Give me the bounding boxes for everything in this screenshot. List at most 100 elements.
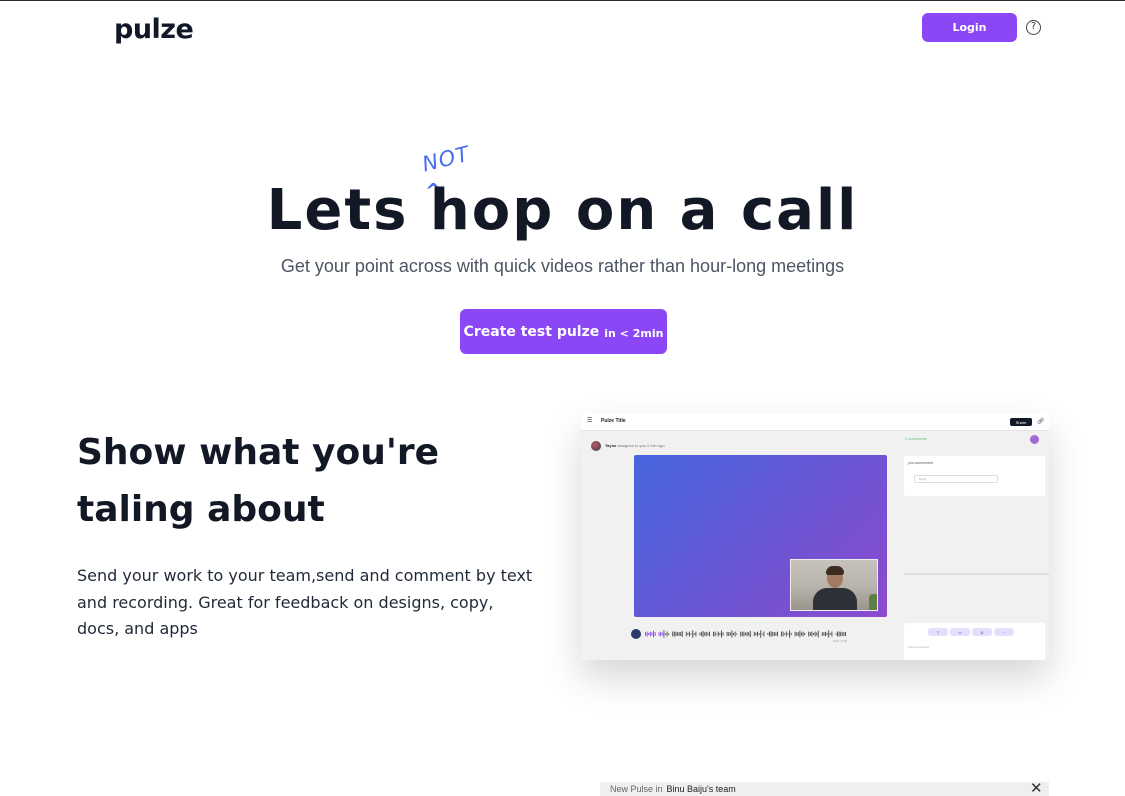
waveform-bar	[755, 632, 757, 636]
mockup-user-name: Taylor	[605, 443, 617, 448]
waveform-bar	[666, 631, 668, 637]
waveform-bar	[690, 633, 692, 635]
waveform-bar	[840, 631, 842, 637]
waveform-bar	[777, 631, 778, 637]
waveform-bar	[797, 632, 799, 636]
waveform-bar	[673, 631, 675, 637]
waveform-bar	[663, 630, 665, 638]
waveform-bar	[837, 631, 838, 637]
waveform-bar	[687, 632, 689, 636]
link-icon: 🔗︎	[1037, 419, 1045, 425]
waveform-bar	[702, 630, 704, 638]
mockup-user-meta: assigned to you 2 min ago	[617, 443, 665, 448]
mockup-share-button: Share	[1010, 418, 1032, 426]
waveform-bar	[693, 633, 695, 635]
app-preview-mockup: ☰ Pulze Title Share 🔗︎ Taylor assigned t…	[581, 413, 1049, 660]
waveform-bar	[680, 631, 682, 637]
waveform-bar	[835, 633, 837, 635]
team-name: Binu Baiju's team	[666, 784, 736, 794]
mockup-comment-panel: you commented Reply	[904, 456, 1045, 496]
waveform-bar	[809, 632, 811, 636]
waveform-bar	[699, 632, 701, 636]
mockup-webcam-overlay	[790, 559, 878, 611]
waveform-bar	[831, 631, 833, 637]
login-button[interactable]: Login	[922, 13, 1017, 42]
waveform-bar	[685, 631, 687, 637]
mockup-topbar: ☰ Pulze Title Share 🔗︎	[581, 413, 1049, 431]
waveform-bar	[716, 633, 718, 635]
text-chip-icon: T	[928, 628, 948, 636]
waveform-bar	[801, 632, 802, 636]
waveform-bar	[773, 632, 775, 636]
waveform-bar	[719, 632, 721, 636]
waveform-bar	[745, 632, 746, 636]
waveform-bar	[843, 632, 845, 636]
hero-subtitle: Get your point across with quick videos …	[280, 256, 845, 276]
waveform-bar	[741, 631, 743, 637]
waveform-bar	[802, 631, 804, 637]
waveform-bar	[829, 633, 831, 635]
waveform-bar	[838, 631, 840, 637]
waveform-bar	[813, 633, 814, 635]
waveform-bar	[814, 631, 816, 637]
not-annotation: NOT	[419, 141, 473, 177]
waveform-bar	[794, 631, 796, 637]
waveform-bar	[660, 631, 662, 637]
waveform-bar	[729, 632, 731, 636]
waveform-bar	[717, 631, 719, 637]
hero-title: Lets hop on a call	[0, 178, 1125, 243]
waveform-bar	[705, 631, 707, 637]
waveform-bar	[731, 630, 733, 638]
create-test-pulze-button[interactable]: Create test pulze in < 2min	[460, 309, 667, 354]
waveform-bar	[787, 633, 789, 635]
webcam-person-body	[813, 588, 857, 610]
waveform-bar	[651, 632, 653, 636]
waveform-bar	[825, 631, 826, 637]
waveform-bar	[772, 631, 774, 637]
cta-time-label: in < 2min	[604, 326, 664, 340]
waveform-bar	[668, 633, 670, 635]
waveform-bar	[799, 630, 801, 638]
waveform-bar	[796, 632, 798, 636]
waveform-bar	[722, 632, 724, 636]
audio-waveform	[631, 629, 846, 639]
menu-icon: ☰	[587, 418, 593, 424]
waveform-bar	[654, 632, 656, 636]
mockup-compose-box: T ▭ ◘ ⋯ Add a comment	[904, 623, 1045, 660]
waveform-bar	[781, 631, 782, 637]
waveform-bar	[790, 632, 792, 636]
waveform-bar	[821, 632, 823, 636]
waveform-bar	[675, 631, 677, 637]
help-icon[interactable]: ?	[1026, 20, 1041, 35]
waveform-bar	[749, 630, 751, 638]
mockup-compose-placeholder: Add a comment	[908, 645, 930, 649]
waveform-bar	[649, 631, 651, 637]
mockup-sidebar-status: 2 comments	[905, 436, 927, 441]
waveform-bar	[728, 632, 730, 636]
waveform-bar	[746, 631, 748, 637]
waveform-bar	[692, 630, 694, 638]
waveform-bar	[713, 631, 714, 637]
waveform-bar	[707, 632, 709, 636]
waveform-bar	[661, 632, 663, 636]
hero-title-rest: hop on a call	[429, 178, 859, 243]
waveform-bar	[769, 631, 770, 637]
mockup-duration: 0:00 / 2:45	[833, 639, 848, 643]
close-icon[interactable]: ✕	[1030, 781, 1043, 796]
feature-title: Show what you're taling about	[77, 432, 440, 530]
mockup-title: Pulze Title	[601, 418, 626, 424]
mockup-comment-author: you commented	[908, 461, 933, 465]
cta-main-label: Create test pulze	[463, 323, 600, 340]
new-pulse-bar: New Pulse in Binu Baiju's team	[600, 782, 1049, 796]
more-chip-icon: ⋯	[994, 628, 1014, 636]
waveform-bar	[721, 630, 722, 638]
hero-title-lets: Lets	[266, 178, 409, 243]
waveform-bar	[646, 631, 648, 637]
mockup-video-frame	[634, 455, 887, 617]
pulze-logo[interactable]: pulze	[114, 14, 194, 45]
waveform-bar	[734, 631, 736, 637]
waveform-bar	[681, 631, 683, 637]
new-pulse-prefix: New Pulse in	[610, 784, 663, 794]
waveform-bar	[763, 631, 765, 637]
camera-chip-icon: ◘	[972, 628, 992, 636]
